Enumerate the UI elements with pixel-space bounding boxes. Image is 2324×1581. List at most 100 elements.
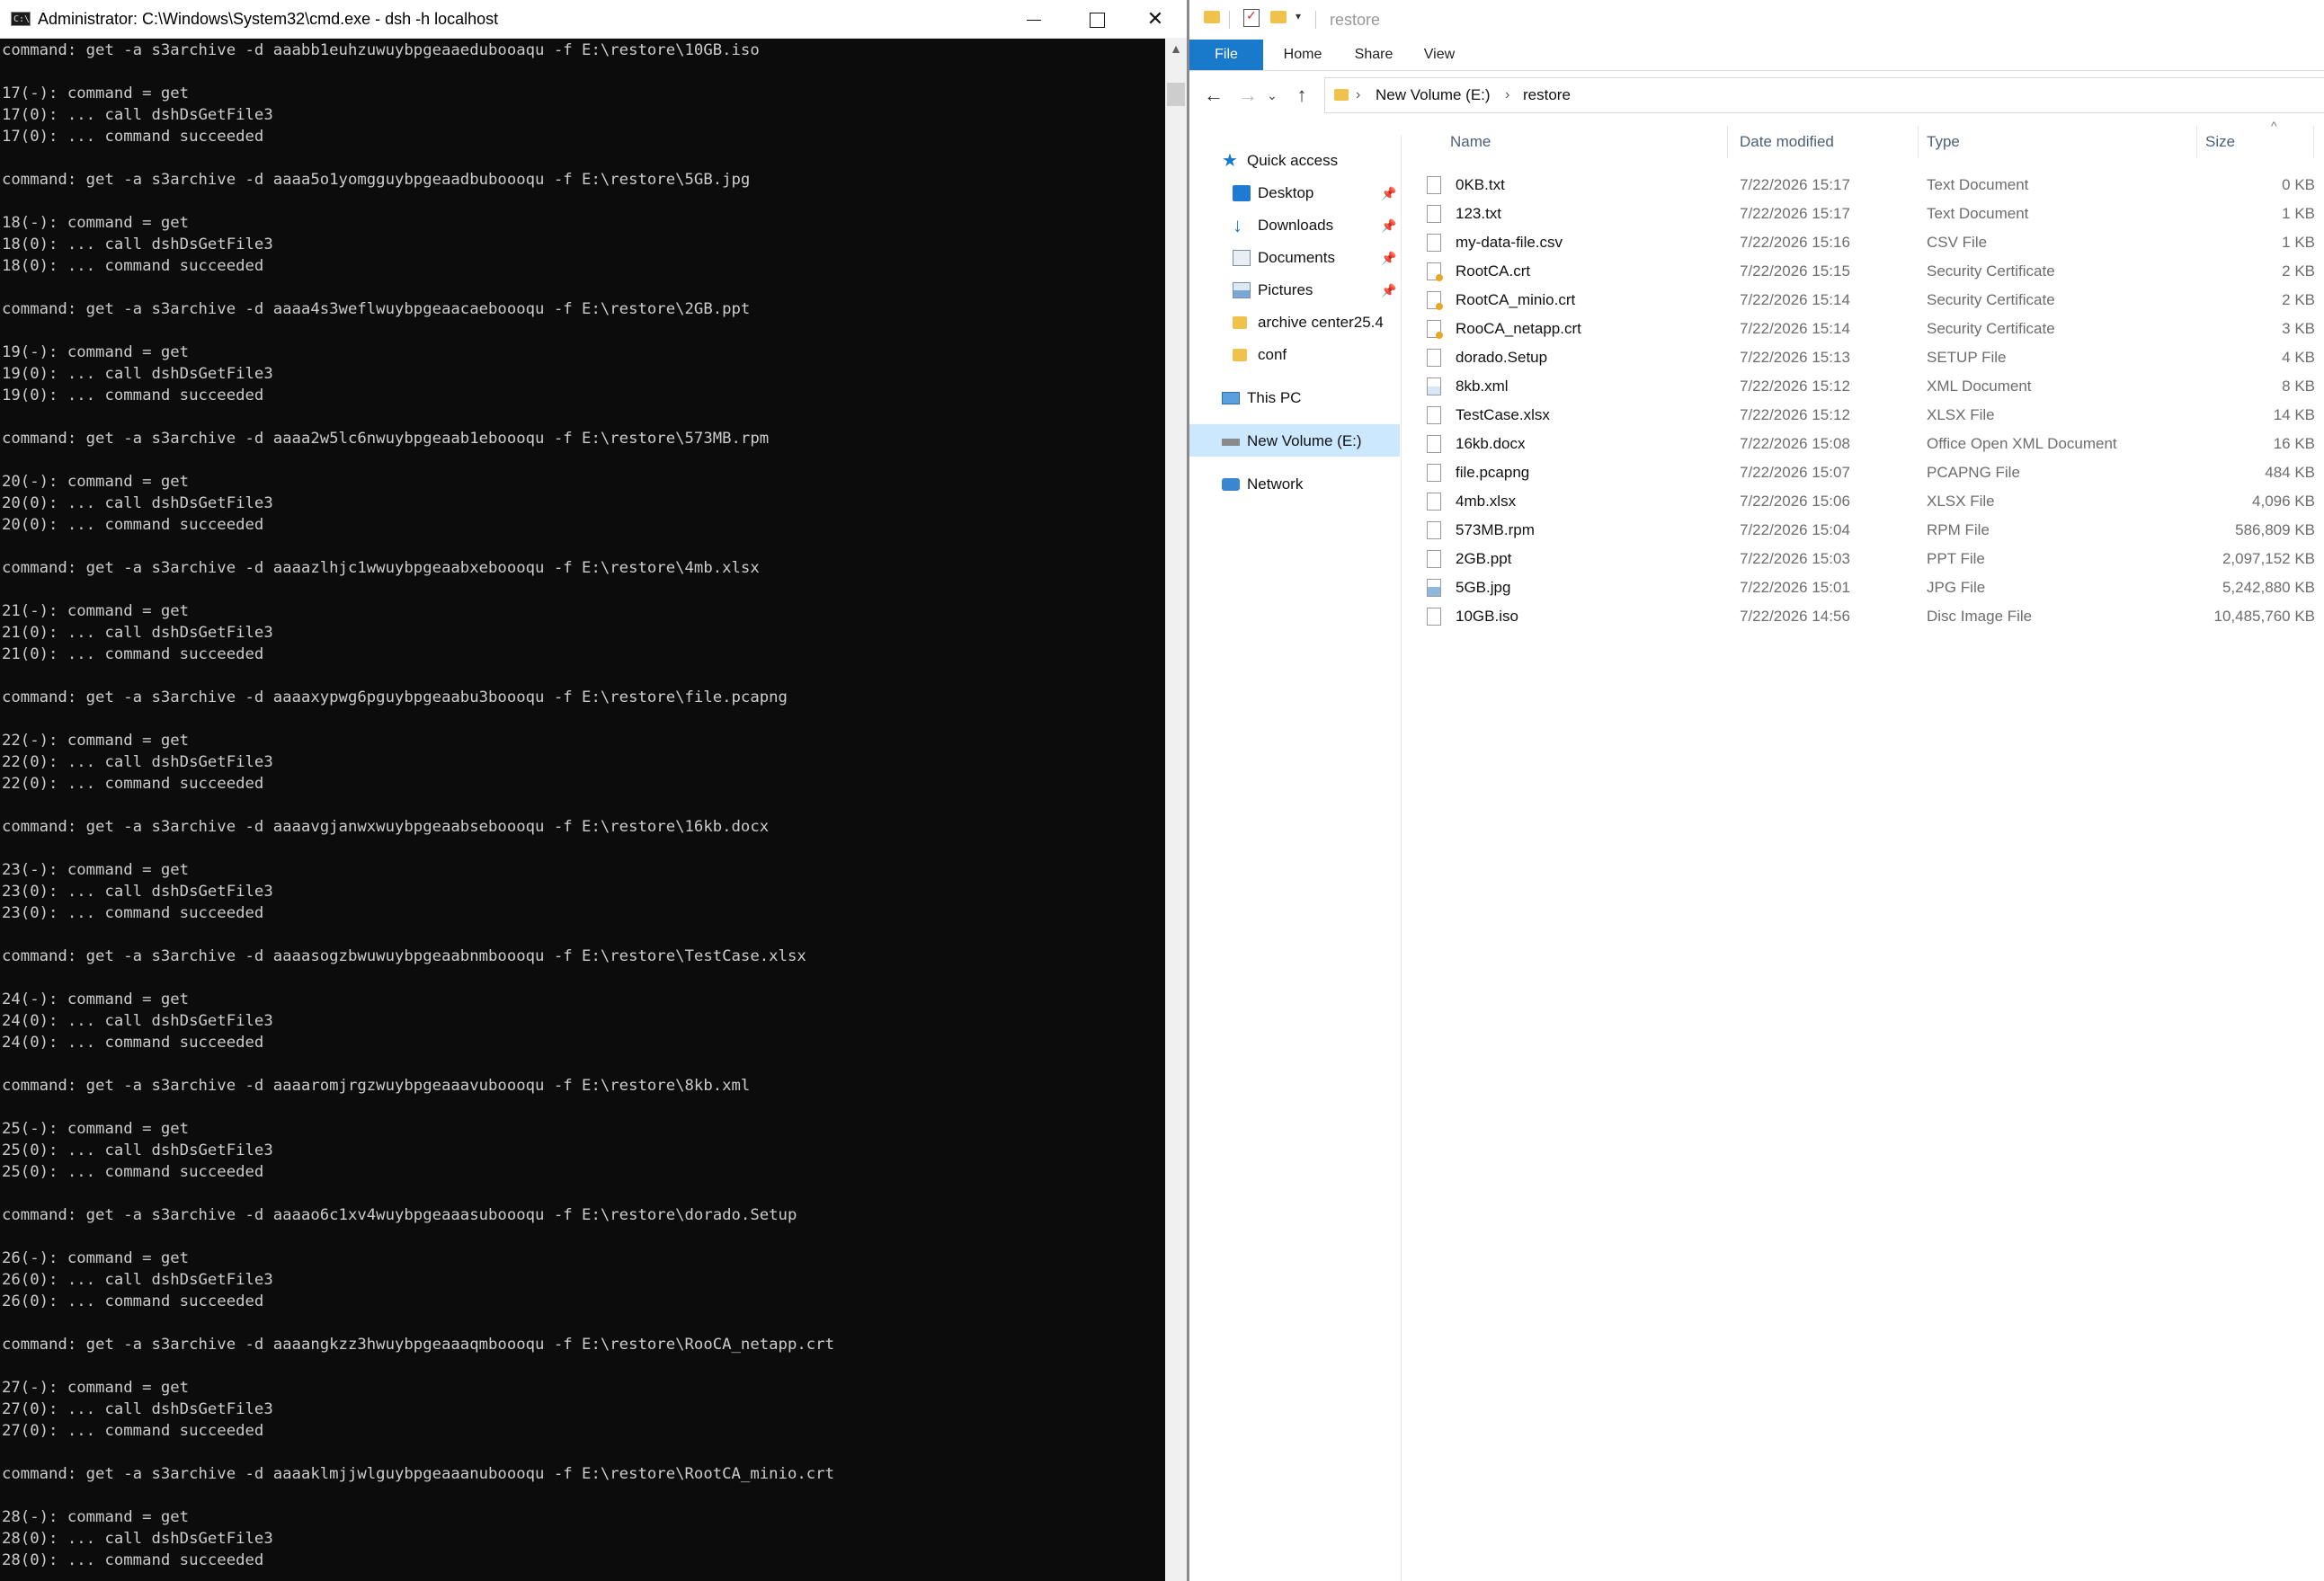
file-row[interactable]: RootCA.crt 7/22/2026 15:15 Security Certif… — [1414, 257, 2324, 286]
close-button[interactable]: ✕ — [1124, 0, 1187, 38]
star-icon: ★ — [1222, 151, 1238, 171]
console-line: command: get -a s3archive -d aaaasogzbwu… — [2, 947, 806, 965]
console-output[interactable]: command: get -a s3archive -d aaabb1euhzu… — [0, 40, 1164, 1581]
folder-icon — [1233, 316, 1247, 329]
file-type: XLSX File — [1927, 493, 1995, 510]
file-row[interactable]: 4mb.xlsx 7/22/2026 15:06 XLSX File 4,096 KB — [1414, 487, 2324, 516]
navigation-pane: ★ Quick access Desktop 📌 ↓ Downloads 📌 D… — [1189, 135, 1402, 1581]
pin-icon[interactable]: 📌 — [1381, 243, 1396, 273]
console-line: 20(0): ... call dshDsGetFile3 — [2, 494, 273, 512]
file-name: 8kb.xml — [1456, 377, 1509, 395]
file-type: PCAPNG File — [1927, 464, 2020, 481]
file-row[interactable]: 16kb.docx 7/22/2026 15:08 Office Open XML … — [1414, 430, 2324, 458]
console-line: 17(0): ... command succeeded — [2, 128, 264, 146]
column-divider[interactable] — [2196, 126, 2197, 158]
file-row[interactable]: file.pcapng 7/22/2026 15:07 PCAPNG File 484… — [1414, 458, 2324, 487]
cmd-titlebar[interactable]: C:\. Administrator: C:\Windows\System32\… — [0, 0, 1187, 39]
file-name: 4mb.xlsx — [1456, 493, 1517, 510]
file-type: Office Open XML Document — [1927, 435, 2117, 452]
nav-item-pictures[interactable]: Pictures 📌 — [1233, 275, 1403, 306]
file-row[interactable]: 8kb.xml 7/22/2026 15:12 XML Document 8 KB — [1414, 372, 2324, 401]
file-icon — [1427, 464, 1441, 482]
scrollbar-thumb[interactable] — [1167, 83, 1185, 106]
customize-toolbar-icon[interactable]: ▾ — [1296, 10, 1301, 22]
up-arrow-icon[interactable]: ↑ — [1288, 75, 1315, 115]
back-arrow-icon[interactable]: ← — [1200, 75, 1227, 115]
file-date-modified: 7/22/2026 15:06 — [1740, 493, 1850, 510]
file-row[interactable]: RooCA_netapp.crt 7/22/2026 15:14 Security … — [1414, 315, 2324, 343]
maximize-icon — [1089, 12, 1105, 28]
recent-locations-icon[interactable]: ⌄ — [1261, 75, 1283, 115]
address-bar[interactable]: › New Volume (E:) › restore — [1324, 77, 2324, 113]
file-type: Disc Image File — [1927, 608, 2033, 625]
file-size: 3 KB — [2282, 320, 2315, 337]
file-row[interactable]: 5GB.jpg 7/22/2026 15:01 JPG File 5,242,880 … — [1414, 573, 2324, 602]
file-row[interactable]: 573MB.rpm 7/22/2026 15:04 RPM File 586,809 … — [1414, 516, 2324, 545]
chevron-right-icon[interactable]: › — [1505, 78, 1509, 112]
tab-view[interactable]: View — [1414, 40, 1465, 70]
pin-icon[interactable]: 📌 — [1381, 275, 1396, 306]
file-row[interactable]: RootCA_minio.crt 7/22/2026 15:14 Security … — [1414, 286, 2324, 315]
file-list-header: Name Date modified Type Size ^ — [1414, 119, 2324, 158]
file-name: 16kb.docx — [1456, 435, 1526, 452]
file-row[interactable]: 10GB.iso 7/22/2026 14:56 Disc Image File 10… — [1414, 602, 2324, 631]
column-divider[interactable] — [1727, 126, 1728, 158]
console-line: command: get -a s3archive -d aaaaromjrgz… — [2, 1077, 751, 1095]
file-row[interactable]: TestCase.xlsx 7/22/2026 15:12 XLSX File 14 … — [1414, 401, 2324, 430]
file-row[interactable]: my-data-file.csv 7/22/2026 15:16 CSV File 1… — [1414, 228, 2324, 257]
nav-item-documents[interactable]: Documents 📌 — [1233, 243, 1403, 273]
file-size: 16 KB — [2273, 435, 2315, 452]
file-icon — [1427, 234, 1441, 252]
file-row[interactable]: 0KB.txt 7/22/2026 15:17 Text Document 0 KB — [1414, 171, 2324, 200]
column-divider[interactable] — [1918, 126, 1919, 158]
forward-arrow-icon[interactable]: → — [1234, 75, 1261, 115]
file-type: Security Certificate — [1927, 291, 2055, 308]
column-header-name[interactable]: Name — [1450, 126, 1491, 158]
tab-home[interactable]: Home — [1272, 40, 1333, 70]
pin-icon[interactable]: 📌 — [1381, 210, 1396, 241]
file-type: XML Document — [1927, 377, 2032, 395]
pin-icon[interactable]: 📌 — [1381, 178, 1396, 209]
console-line: 26(0): ... command succeeded — [2, 1292, 264, 1310]
breadcrumb-volume[interactable]: New Volume (E:) — [1376, 78, 1491, 112]
file-row[interactable]: 123.txt 7/22/2026 15:17 Text Document 1 KB — [1414, 200, 2324, 228]
file-name: dorado.Setup — [1456, 349, 1548, 366]
file-date-modified: 7/22/2026 15:12 — [1740, 406, 1850, 423]
explorer-titlebar[interactable]: ▾ restore — [1189, 0, 2324, 40]
file-icon — [1427, 550, 1441, 568]
file-size: 8 KB — [2282, 377, 2315, 395]
minimize-button[interactable] — [1002, 0, 1065, 38]
nav-item-desktop[interactable]: Desktop 📌 — [1233, 178, 1403, 209]
file-size: 10,485,760 KB — [2213, 608, 2315, 625]
file-row[interactable]: 2GB.ppt 7/22/2026 15:03 PPT File 2,097,152 … — [1414, 545, 2324, 573]
file-date-modified: 7/22/2026 15:14 — [1740, 320, 1850, 337]
file-type: Text Document — [1927, 205, 2029, 222]
new-folder-icon[interactable] — [1270, 11, 1287, 23]
nav-item-downloads[interactable]: ↓ Downloads 📌 — [1233, 210, 1403, 241]
console-scrollbar[interactable]: ▲ — [1165, 38, 1187, 1581]
breadcrumb-folder[interactable]: restore — [1523, 78, 1571, 112]
file-size: 484 KB — [2265, 464, 2315, 481]
column-divider[interactable] — [2313, 126, 2314, 158]
chevron-right-icon[interactable]: › — [1356, 78, 1360, 112]
file-size: 1 KB — [2282, 205, 2315, 222]
column-header-type[interactable]: Type — [1927, 126, 1960, 158]
file-row[interactable]: dorado.Setup 7/22/2026 15:13 SETUP File 4 K… — [1414, 343, 2324, 372]
column-header-date[interactable]: Date modified — [1740, 126, 1834, 158]
tab-share[interactable]: Share — [1342, 40, 1405, 70]
properties-icon[interactable] — [1243, 8, 1260, 27]
scroll-up-icon[interactable]: ▲ — [1165, 38, 1187, 59]
file-date-modified: 7/22/2026 15:01 — [1740, 579, 1850, 596]
console-line: command: get -a s3archive -d aaaaklmjjwl… — [2, 1465, 834, 1483]
column-header-size[interactable]: Size — [2205, 126, 2235, 158]
file-name: file.pcapng — [1456, 464, 1530, 481]
tab-file[interactable]: File — [1189, 40, 1263, 70]
console-line: 25(-): command = get — [2, 1120, 190, 1138]
console-line: 18(0): ... command succeeded — [2, 257, 264, 275]
maximize-button[interactable] — [1065, 0, 1128, 38]
network-icon — [1222, 478, 1240, 491]
